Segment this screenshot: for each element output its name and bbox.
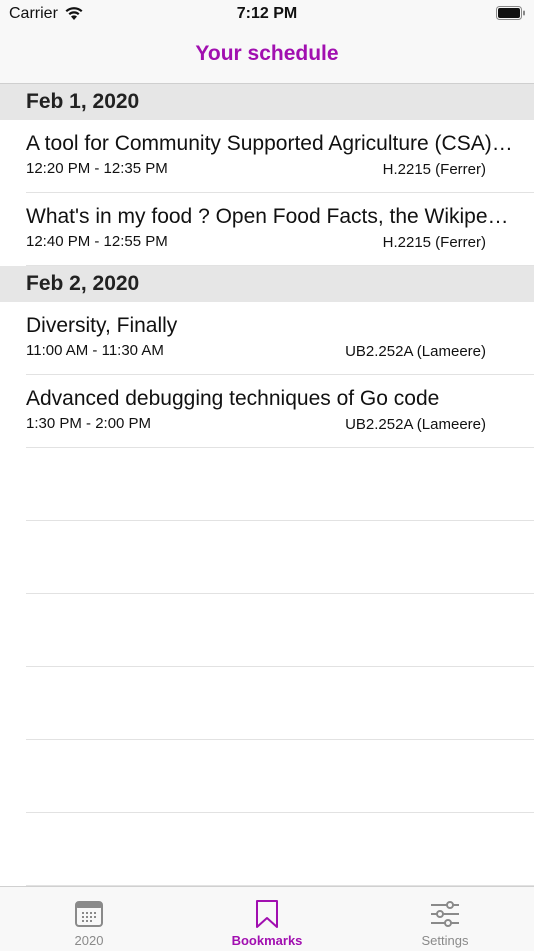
tab-label: Bookmarks — [231, 933, 303, 948]
empty-row — [26, 740, 534, 813]
section-header: Feb 2, 2020 — [0, 266, 534, 302]
tab-label: 2020 — [74, 933, 104, 948]
event-title: Advanced debugging techniques of Go code — [26, 387, 440, 410]
tab-settings[interactable]: Settings — [356, 887, 534, 951]
tab-2020[interactable]: 2020 — [0, 887, 178, 951]
battery-icon — [496, 6, 526, 25]
event-time: 12:40 PM - 12:55 PM — [26, 233, 168, 250]
section-header: Feb 1, 2020 — [0, 84, 534, 120]
section-date: Feb 1, 2020 — [26, 90, 140, 113]
empty-row — [26, 521, 534, 594]
event-time: 11:00 AM - 11:30 AM — [26, 342, 164, 359]
clock: 7:12 PM — [236, 5, 298, 22]
empty-row — [26, 813, 534, 886]
empty-row — [26, 594, 534, 667]
event-room: UB2.252A (Lameere) — [345, 416, 486, 433]
event-time: 1:30 PM - 2:00 PM — [26, 415, 152, 432]
event-title: What's in my food ? Open Food Facts, the… — [26, 205, 516, 228]
event-title: Diversity, Finally — [26, 314, 178, 337]
empty-row — [26, 667, 534, 740]
event-room: UB2.252A (Lameere) — [345, 343, 486, 360]
list-item[interactable]: A tool for Community Supported Agricultu… — [26, 120, 534, 193]
status-bar: Carrier 7:12 PM — [0, 0, 534, 30]
event-room: H.2215 (Ferrer) — [382, 234, 486, 251]
calendar-icon — [74, 899, 104, 929]
list-item[interactable]: Diversity, Finally 11:00 AM - 11:30 AM U… — [26, 302, 534, 375]
event-room: H.2215 (Ferrer) — [382, 161, 486, 178]
event-time: 12:20 PM - 12:35 PM — [26, 160, 168, 177]
navigation-bar: Your schedule — [0, 30, 534, 84]
bookmark-icon — [252, 899, 282, 929]
schedule-list[interactable]: Feb 1, 2020 A tool for Community Support… — [0, 84, 534, 886]
page-title: Your schedule — [195, 42, 339, 65]
section-date: Feb 2, 2020 — [26, 272, 140, 295]
list-item[interactable]: What's in my food ? Open Food Facts, the… — [26, 193, 534, 266]
tab-label: Settings — [421, 933, 469, 948]
sliders-icon — [430, 899, 460, 929]
empty-row — [26, 448, 534, 521]
tab-bar: 2020 Bookmarks Settings — [0, 886, 534, 951]
list-item[interactable]: Advanced debugging techniques of Go code… — [26, 375, 534, 448]
tab-bookmarks[interactable]: Bookmarks — [178, 887, 356, 951]
event-title: A tool for Community Supported Agricultu… — [26, 132, 516, 155]
